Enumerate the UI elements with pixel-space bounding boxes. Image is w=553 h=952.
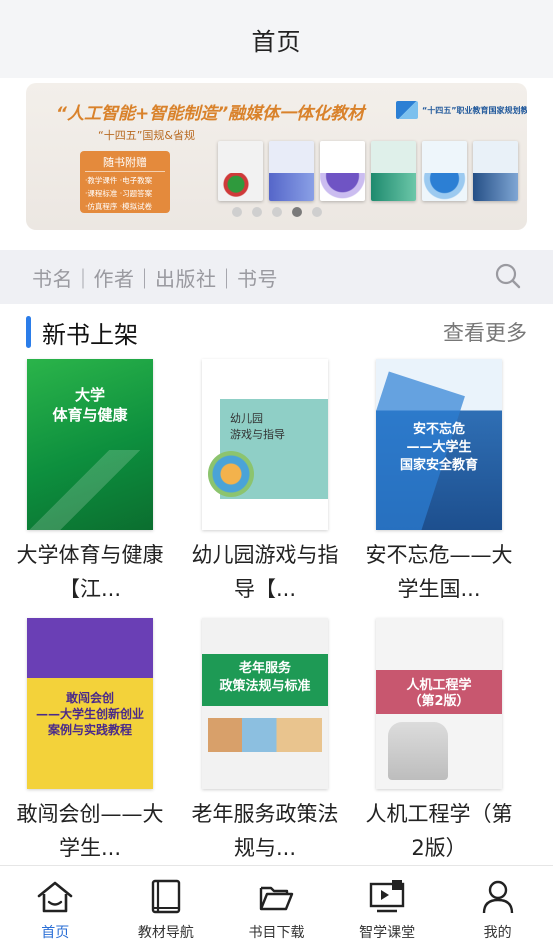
tab-label: 教材导航 [137, 925, 194, 941]
book-cover[interactable]: 人机工程学 （第2版） [376, 618, 502, 789]
book-title[interactable]: 老年服务政策法规与... [190, 797, 340, 865]
book-cover[interactable]: 老年服务 政策法规与标准 [202, 618, 328, 789]
carousel-dot[interactable] [231, 207, 242, 217]
book-cover[interactable]: 大学 体育与健康 [27, 359, 153, 530]
tab-textbook-nav[interactable]: 教材导航 [111, 866, 222, 952]
home-icon [37, 881, 73, 913]
cover-title: 安不忘危 ——大学生 国家安全教育 [399, 422, 478, 473]
view-more-link[interactable]: 查看更多 [443, 317, 527, 347]
banner-book-cover [422, 141, 467, 201]
brand-logo-icon [396, 101, 418, 119]
user-icon [482, 880, 513, 914]
tab-label: 书目下载 [248, 925, 305, 941]
brand-text: “十四五”职业教育国家规划教材 [422, 105, 527, 115]
banner-brand: “十四五”职业教育国家规划教材 [396, 101, 527, 119]
tab-label: 首页 [41, 925, 70, 941]
folder-icon [260, 886, 294, 911]
banner-book-cover [320, 141, 365, 201]
banner-book-cover [371, 141, 416, 201]
carousel-dots [26, 207, 527, 217]
cover-title: 大学 体育与健康 [52, 386, 128, 424]
section-title: 新书上架 [42, 321, 138, 349]
banner-book-cover [218, 141, 263, 201]
carousel-dot[interactable] [271, 207, 282, 217]
search-input[interactable]: 书名｜作者｜出版社｜书号 [32, 263, 278, 292]
banner-headline: “人工智能+智能制造”融媒体一体化教材 [56, 104, 365, 124]
carousel-dot-active[interactable] [291, 207, 302, 217]
search-icon[interactable] [495, 263, 521, 289]
carousel-dot[interactable] [311, 207, 322, 217]
book-cover[interactable]: 幼儿园 游戏与指导 [202, 359, 328, 530]
cover-title: 幼儿园 游戏与指导 [230, 412, 285, 441]
cover-title: 敢闯会创 ——大学生创新创业 案例与实践教程 [35, 691, 144, 737]
tab-label: 智学课堂 [359, 925, 416, 941]
banner-subtitle: “十四五”国规&省规 [98, 129, 195, 142]
book-title[interactable]: 人机工程学（第2版） [364, 797, 514, 865]
cover-title: 老年服务 政策法规与标准 [219, 661, 311, 694]
classroom-icon [369, 880, 405, 913]
carousel-dot[interactable] [251, 207, 262, 217]
tab-home[interactable]: 首页 [0, 866, 111, 952]
banner-book-cover [269, 141, 314, 201]
tab-label: 我的 [483, 925, 512, 941]
book-title[interactable]: 安不忘危——大学生国... [364, 538, 514, 606]
banner-book-covers [218, 141, 518, 201]
section-accent-bar [26, 316, 31, 348]
top-bar: 首页 [0, 0, 553, 78]
bonus-line: ·教学课件 ·电子教案 [85, 176, 153, 185]
cover-title: 人机工程学 （第2版） [406, 678, 472, 709]
book-title[interactable]: 大学体育与健康【江... [15, 538, 165, 606]
promo-banner[interactable]: “人工智能+智能制造”融媒体一体化教材 “十四五”国规&省规 “十四五”职业教育… [26, 83, 527, 230]
book-cover[interactable]: 敢闯会创 ——大学生创新创业 案例与实践教程 [27, 618, 153, 789]
banner-bonus-box: 随书附赠 ·教学课件 ·电子教案 ·课程标准 ·习题答案 ·仿真程序 ·模拟试卷 [80, 151, 170, 213]
tab-mine[interactable]: 我的 [442, 866, 553, 952]
banner-book-cover [473, 141, 518, 201]
book-icon [151, 879, 181, 914]
book-cover[interactable]: 安不忘危 ——大学生 国家安全教育 [376, 359, 502, 530]
new-books-header: 新书上架 查看更多 [26, 314, 527, 350]
book-title[interactable]: 幼儿园游戏与指导【... [190, 538, 340, 606]
page-title: 首页 [251, 27, 302, 56]
search-bar[interactable]: 书名｜作者｜出版社｜书号 [0, 250, 553, 304]
bonus-title: 随书附赠 [85, 154, 165, 172]
book-title[interactable]: 敢闯会创——大学生... [15, 797, 165, 865]
tab-smart-classroom[interactable]: 智学课堂 [332, 866, 443, 952]
bottom-tab-bar: 首页 教材导航 书目下载 智学课堂 我的 [0, 865, 553, 952]
tab-catalog-download[interactable]: 书目下载 [221, 866, 332, 952]
bonus-line: ·课程标准 ·习题答案 [85, 189, 153, 198]
